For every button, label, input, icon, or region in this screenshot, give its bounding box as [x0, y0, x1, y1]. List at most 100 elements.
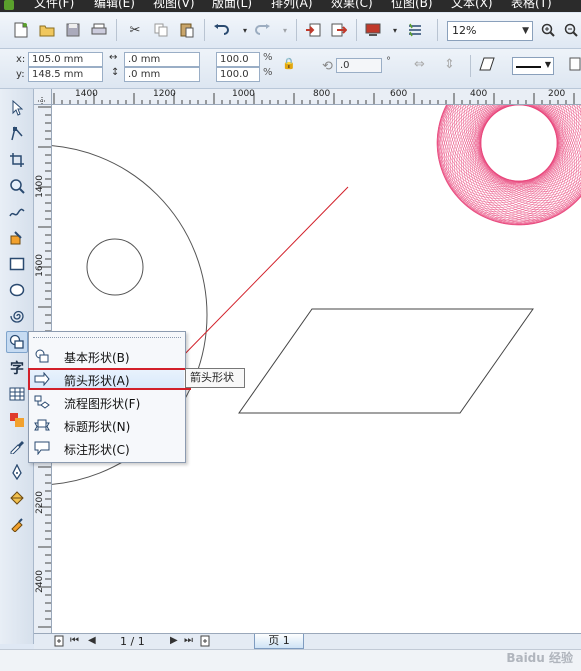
menu-view[interactable]: 视图(V)	[153, 0, 195, 10]
menu-bitmaps[interactable]: 位图(B)	[391, 0, 433, 10]
width-field[interactable]: .0 mm	[124, 52, 200, 67]
zoom-tool-icon[interactable]	[6, 175, 28, 197]
application-launcher-icon[interactable]	[364, 21, 382, 39]
menu-table[interactable]: 表格(T)	[511, 0, 552, 10]
app-logo-icon	[4, 0, 14, 10]
first-page-icon[interactable]: ⏮	[70, 635, 79, 646]
page-count: 1 / 1	[120, 635, 145, 648]
parallelogram-shape[interactable]	[238, 308, 534, 414]
menu-file[interactable]: 文件(F)	[34, 0, 74, 10]
menu-edit[interactable]: 编辑(E)	[94, 0, 135, 10]
last-page-icon[interactable]: ⏭	[184, 635, 193, 646]
ellipse-tool-icon[interactable]	[6, 279, 28, 301]
copy-icon[interactable]	[152, 21, 170, 39]
ruler-label: 1200	[153, 89, 176, 99]
next-page-icon[interactable]: ▶	[170, 635, 178, 646]
basic-shapes-tool-icon[interactable]	[6, 331, 28, 353]
previous-page-icon[interactable]: ◀	[88, 635, 96, 646]
rectangle-tool-icon[interactable]	[6, 253, 28, 275]
undo-icon[interactable]	[212, 21, 230, 39]
ruler-label: 200	[548, 89, 566, 99]
ruler-label: 800	[313, 89, 331, 99]
flyout-grip[interactable]	[33, 337, 181, 339]
tooltip: 箭头形状	[185, 368, 245, 388]
crop-tool-icon[interactable]	[6, 149, 28, 171]
page-tab-1[interactable]: 页 1	[254, 634, 304, 649]
lock-ratio-icon[interactable]: 🔒	[282, 57, 296, 70]
shapes-flyout-menu: 基本形状(B) 箭头形状(A) 流程图形状(F) 标题形状(N) 标注形状(C)	[28, 331, 186, 463]
flyout-item-flowchart-shapes[interactable]: 流程图形状(F)	[30, 391, 184, 413]
standard-toolbar: ✂ ▾ ▾ ▾ 12% ▼	[0, 13, 581, 49]
flyout-item-label: 基本形状(B)	[64, 351, 130, 365]
menu-arrange[interactable]: 排列(A)	[271, 0, 313, 10]
spiral-tool-icon[interactable]	[6, 305, 28, 327]
redo-icon[interactable]	[254, 21, 272, 39]
launcher-dropdown-icon[interactable]: ▾	[386, 21, 404, 39]
ruler-label: 1000	[232, 89, 255, 99]
ruler-label: 2200	[35, 491, 45, 514]
zoom-level-value: 12%	[452, 24, 477, 37]
ruler-label: 400	[470, 89, 488, 99]
pink-rosette-shape[interactable]	[436, 105, 581, 226]
redo-dropdown-icon[interactable]: ▾	[276, 21, 294, 39]
skew-icon[interactable]	[479, 56, 495, 75]
zoom-out-icon[interactable]	[562, 21, 580, 39]
export-icon[interactable]	[330, 21, 348, 39]
property-bar: x: y: 105.0 mm 148.5 mm ↔ ↕ .0 mm .0 mm …	[0, 49, 581, 89]
flyout-item-callout-shapes[interactable]: 标注形状(C)	[30, 437, 184, 459]
menu-layout[interactable]: 版面(L)	[212, 0, 252, 10]
outline-width-select[interactable]: ▼	[512, 57, 554, 75]
add-page-after-icon[interactable]	[200, 635, 210, 650]
smart-fill-tool-icon[interactable]	[6, 227, 28, 249]
open-folder-icon[interactable]	[38, 21, 56, 39]
outline-line-preview	[516, 66, 541, 68]
flyout-item-basic-shapes[interactable]: 基本形状(B)	[30, 345, 184, 367]
more-options-icon[interactable]	[569, 57, 581, 74]
rotation-field[interactable]: .0	[336, 58, 382, 73]
zoom-in-icon[interactable]	[539, 21, 557, 39]
scale-height-field[interactable]: 100.0	[216, 67, 260, 82]
eyedropper-tool-icon[interactable]	[6, 435, 28, 457]
horizontal-ruler[interactable]: 1400 1200 1000 800 600 400 200	[52, 89, 581, 105]
percent-label-w: %	[263, 52, 273, 63]
menu-text[interactable]: 文本(X)	[451, 0, 493, 10]
flyout-item-label: 标注形状(C)	[64, 443, 130, 457]
ruler-label: 1400	[35, 175, 45, 198]
small-circle-shape[interactable]	[86, 238, 144, 296]
mirror-vertical-icon[interactable]: ⇕	[444, 57, 455, 72]
table-tool-icon[interactable]	[6, 383, 28, 405]
menu-effects[interactable]: 效果(C)	[331, 0, 373, 10]
mirror-horizontal-icon[interactable]: ⇔	[414, 57, 425, 72]
degree-label: °	[386, 56, 391, 67]
zoom-level-select[interactable]: 12% ▼	[447, 21, 533, 41]
page-navigator: ⏮ ◀ 1 / 1 ▶ ⏭ 页 1	[34, 633, 581, 649]
flyout-item-banner-shapes[interactable]: 标题形状(N)	[30, 414, 184, 436]
outline-pen-tool-icon[interactable]	[6, 461, 28, 483]
scale-width-field[interactable]: 100.0	[216, 52, 260, 67]
save-icon[interactable]	[64, 21, 82, 39]
interactive-blend-tool-icon[interactable]	[6, 409, 28, 431]
x-position-field[interactable]: 105.0 mm	[28, 52, 103, 67]
y-position-field[interactable]: 148.5 mm	[28, 67, 103, 82]
ruler-origin[interactable]	[34, 89, 52, 105]
print-icon[interactable]	[90, 21, 108, 39]
pick-tool-icon[interactable]	[6, 97, 28, 119]
text-tool-icon[interactable]: 字	[6, 357, 28, 379]
freehand-tool-icon[interactable]	[6, 201, 28, 223]
interactive-fill-tool-icon[interactable]	[6, 513, 28, 535]
new-document-icon[interactable]	[12, 21, 30, 39]
import-icon[interactable]	[304, 21, 322, 39]
flyout-item-label: 标题形状(N)	[64, 420, 131, 434]
undo-dropdown-icon[interactable]: ▾	[236, 21, 254, 39]
add-page-before-icon[interactable]	[54, 635, 64, 650]
status-bar: Baidu 经验	[0, 649, 581, 671]
flowchart-shapes-icon	[34, 394, 50, 410]
height-field[interactable]: .0 mm	[124, 67, 200, 82]
paste-icon[interactable]	[178, 21, 196, 39]
callout-shapes-icon	[34, 440, 50, 456]
fill-bucket-tool-icon[interactable]	[6, 487, 28, 509]
width-icon: ↔	[109, 52, 118, 63]
cut-icon[interactable]: ✂	[126, 21, 144, 39]
options-icon[interactable]	[406, 21, 424, 39]
shape-tool-icon[interactable]	[6, 123, 28, 145]
